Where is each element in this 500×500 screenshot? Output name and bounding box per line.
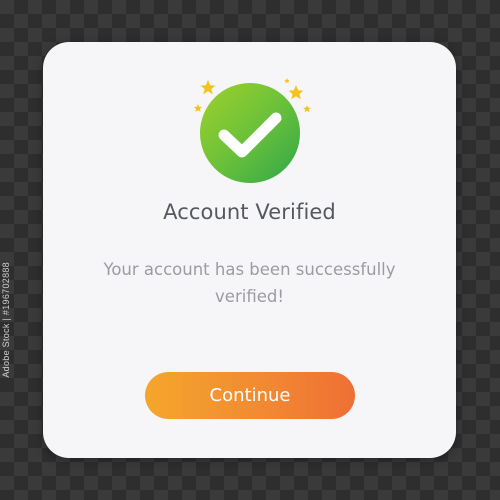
verification-dialog: Account Verified Your account has been s… — [43, 42, 456, 458]
dialog-title: Account Verified — [163, 200, 336, 224]
stock-id-label: Adobe Stock | #196702888 — [1, 262, 11, 378]
verified-badge — [200, 83, 300, 183]
dialog-message: Your account has been successfully verif… — [103, 260, 396, 306]
continue-button[interactable]: Continue — [145, 372, 355, 419]
checkmark-icon — [218, 112, 282, 158]
